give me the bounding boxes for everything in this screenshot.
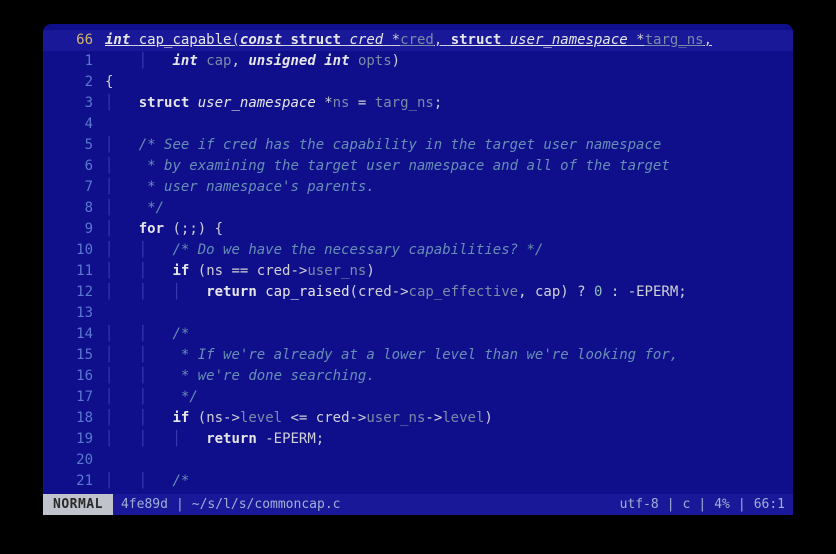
code-line[interactable]: 12 │ │ │ return cap_raised(cred->cap_eff… [43,282,793,303]
gutter-rel: 19 [43,429,105,450]
comment: /* [172,326,189,342]
statusbar: NORMAL 4fe89d | ~/s/l/s/commoncap.c utf-… [43,494,793,515]
comment: /* [172,473,189,489]
gutter-rel: 1 [43,51,105,72]
gutter-rel: 2 [43,72,105,93]
editor-frame: 66 int cap_capable(const struct cred *cr… [43,24,793,515]
scroll-percent: 4% [706,497,738,512]
gutter-rel: 17 [43,387,105,408]
separator: | [738,497,746,512]
code-line[interactable]: 17 │ │ */ [43,387,793,408]
cursor-pos: 66:1 [746,497,793,512]
code-line[interactable]: 5 │ /* See if cred has the capability in… [43,135,793,156]
code-line[interactable]: 2 { [43,72,793,93]
signature-line-2: │ int cap, unsigned int opts) [105,51,793,72]
mode-indicator: NORMAL [43,494,113,515]
gutter-rel: 6 [43,156,105,177]
code-line[interactable]: 9 │ for (;;) { [43,219,793,240]
git-sha: 4fe89d [113,497,176,512]
code-line[interactable]: 21 │ │ /* [43,471,793,492]
code-line[interactable]: 15 │ │ * If we're already at a lower lev… [43,345,793,366]
separator: | [667,497,675,512]
comment: */ [139,200,164,216]
comment: /* Do we have the necessary capabilities… [172,242,543,258]
gutter-rel: 4 [43,114,105,135]
separator: | [176,497,184,512]
gutter-rel: 14 [43,324,105,345]
gutter-rel: 8 [43,198,105,219]
code-line[interactable]: 7 │ * user namespace's parents. [43,177,793,198]
filetype: c [675,497,699,512]
gutter-rel: 21 [43,471,105,492]
signature-line-1: int cap_capable(const struct cred *cred,… [105,30,793,51]
gutter-rel: 3 [43,93,105,114]
code-line[interactable]: 14 │ │ /* [43,324,793,345]
code-line[interactable]: 18 │ │ if (ns->level <= cred->user_ns->l… [43,408,793,429]
separator: | [698,497,706,512]
code-line-current[interactable]: 66 int cap_capable(const struct cred *cr… [43,30,793,51]
code-line[interactable]: 11 │ │ if (ns == cred->user_ns) [43,261,793,282]
code-line[interactable]: 1 │ int cap, unsigned int opts) [43,51,793,72]
gutter-abs: 66 [43,30,105,51]
gutter-rel: 9 [43,219,105,240]
code-line[interactable]: 3 │ struct user_namespace *ns = targ_ns; [43,93,793,114]
gutter-rel: 15 [43,345,105,366]
code-line[interactable]: 13 [43,303,793,324]
code-area[interactable]: 66 int cap_capable(const struct cred *cr… [43,24,793,494]
gutter-rel: 16 [43,366,105,387]
code-line[interactable]: 8 │ */ [43,198,793,219]
code-line[interactable]: 19 │ │ │ return -EPERM; [43,429,793,450]
comment: */ [172,389,197,405]
gutter-rel: 18 [43,408,105,429]
file-path: ~/s/l/s/commoncap.c [184,497,349,512]
comment: /* See if cred has the capability in the… [139,137,662,153]
gutter-rel: 13 [43,303,105,324]
code-line[interactable]: 20 [43,450,793,471]
code-line[interactable]: 16 │ │ * we're done searching. [43,366,793,387]
gutter-rel: 11 [43,261,105,282]
gutter-rel: 10 [43,240,105,261]
encoding: utf-8 [612,497,667,512]
comment: * user namespace's parents. [139,179,375,195]
comment: * by examining the target user namespace… [139,158,670,174]
code-line[interactable]: 10 │ │ /* Do we have the necessary capab… [43,240,793,261]
gutter-rel: 7 [43,177,105,198]
gutter-rel: 5 [43,135,105,156]
comment: * If we're already at a lower level than… [172,347,678,363]
gutter-rel: 12 [43,282,105,303]
comment: * we're done searching. [172,368,374,384]
gutter-rel: 20 [43,450,105,471]
code-line[interactable]: 4 [43,114,793,135]
code-line[interactable]: 6 │ * by examining the target user names… [43,156,793,177]
